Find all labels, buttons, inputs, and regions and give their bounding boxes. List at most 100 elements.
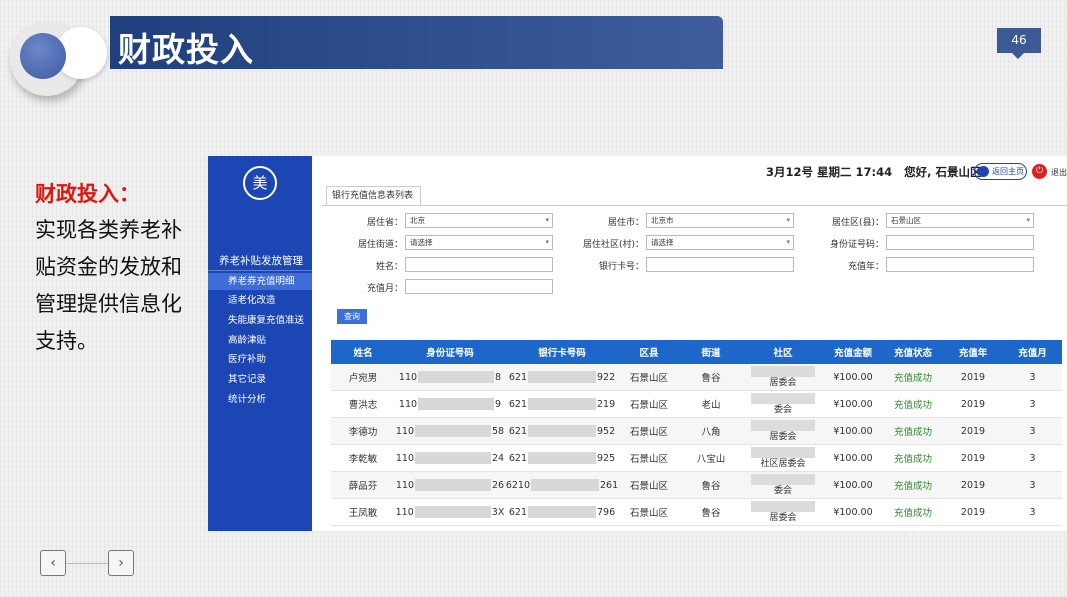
cell-community: 居委会 [743, 499, 823, 525]
cell-amount: ¥100.00 [833, 452, 873, 464]
redacted-block [751, 420, 815, 431]
col-header-id: 身份证号码 [426, 348, 474, 359]
title-bar: 财政投入 [110, 16, 723, 69]
street-select[interactable]: 请选择 [405, 235, 553, 250]
col-header-year: 充值年 [958, 348, 988, 359]
redacted-block [528, 398, 596, 410]
tab-bank-recharge-list[interactable]: 银行充值信息表列表 [326, 186, 421, 205]
card-suffix: 219 [597, 398, 616, 410]
recharge-month-input[interactable] [405, 279, 553, 294]
col-header-name: 姓名 [353, 348, 373, 359]
sidebar-item-other-records[interactable]: 其它记录 [208, 371, 312, 388]
cell-name: 卢宛男 [348, 373, 378, 384]
sidebar-item-senior-allowance[interactable]: 高龄津贴 [208, 332, 312, 349]
cell-street: 鲁谷 [701, 373, 721, 384]
side-body-text: 实现各类养老补贴资金的发放和管理提供信息化支持。 [35, 218, 182, 353]
sidebar-item-statistics[interactable]: 统计分析 [208, 391, 312, 408]
cell-street: 鲁谷 [701, 481, 721, 492]
datetime: 3月12号 星期二 17:44 [766, 165, 893, 179]
card-suffix: 925 [597, 452, 616, 464]
next-slide-button[interactable]: › [108, 550, 134, 576]
id-suffix: 24 [492, 452, 505, 464]
cell-amount: ¥100.00 [833, 398, 873, 410]
sidebar-section-title[interactable]: 养老补贴发放管理 [208, 251, 312, 271]
cell-id-number: 110 8 [395, 364, 505, 390]
cell-street: 八宝山 [696, 454, 726, 465]
cell-amount: ¥100.00 [833, 479, 873, 491]
cell-month: 3 [1029, 425, 1036, 437]
home-button-label: 返回主页 [992, 167, 1024, 176]
city-select[interactable]: 北京市 [646, 213, 794, 228]
app-sidebar: 美 养老补贴发放管理 养老券充值明细 适老化改造 失能康复充值准送 高龄津贴 医… [208, 156, 312, 531]
id-suffix: 58 [492, 425, 505, 437]
community-label: 居住社区(村)： [582, 240, 644, 250]
query-button[interactable]: 查询 [337, 309, 367, 324]
home-icon [978, 166, 989, 177]
sidebar-item-aging-renovation[interactable]: 适老化改造 [208, 292, 312, 309]
redacted-block [415, 452, 492, 464]
exit-link[interactable]: 退出 [1051, 167, 1067, 178]
table-row[interactable]: 曹洪志 110 9 621 219 石景山区 老山 委会 ¥100.00 充值成功 2019 3 [331, 391, 1062, 418]
cell-month: 3 [1029, 506, 1036, 518]
prev-slide-button[interactable]: ‹ [40, 550, 66, 576]
cell-id-number: 110 3X [395, 499, 505, 525]
table-row[interactable]: 李德功 110 58 621 952 石景山区 八角 居委会 ¥100.00 充值成功 2019 3 [331, 418, 1062, 445]
sidebar-item-voucher-detail[interactable]: 养老券充值明细 [208, 273, 312, 290]
power-icon[interactable]: ⏻ [1032, 164, 1047, 179]
province-select[interactable]: 北京 [405, 213, 553, 228]
cell-community: 居委会 [743, 364, 823, 390]
cell-year: 2019 [960, 452, 986, 464]
sidebar-item-medical-aid[interactable]: 医疗补助 [208, 351, 312, 368]
page-number-badge: 46 [997, 28, 1041, 59]
name-input[interactable] [405, 257, 553, 272]
col-header-district: 区县 [639, 348, 659, 359]
id-suffix: 8 [495, 371, 502, 383]
sidebar-item-rehab[interactable]: 失能康复充值准送 [208, 312, 312, 329]
cell-card-number: 6210 261 [505, 472, 619, 498]
home-button[interactable]: 返回主页 [974, 163, 1027, 180]
redacted-block [528, 452, 596, 464]
col-header-month: 充值月 [1018, 348, 1047, 359]
table-row[interactable]: 王凤散 110 3X 621 796 石景山区 鲁谷 居委会 ¥100.00 充值成功 2019 3 [331, 499, 1062, 526]
district-select[interactable]: 石景山区 [886, 213, 1034, 228]
redacted-block [418, 398, 495, 410]
card-prefix: 621 [508, 398, 527, 410]
side-heading: 财政投入： [35, 182, 140, 206]
cell-name: 王凤散 [348, 508, 378, 519]
redacted-block [528, 425, 596, 437]
id-suffix: 9 [495, 398, 502, 410]
recharge-year-input[interactable] [886, 257, 1034, 272]
nav-divider [66, 563, 108, 564]
cell-district: 石景山区 [629, 427, 668, 438]
cell-district: 石景山区 [629, 373, 668, 384]
cell-month: 3 [1029, 398, 1036, 410]
cell-status: 充值成功 [893, 454, 932, 465]
table-row[interactable]: 薛品芬 110 26 6210 261 石景山区 鲁谷 委会 ¥100.00 充值成功 2019 3 [331, 472, 1062, 499]
cell-status: 充值成功 [893, 400, 932, 411]
cell-name: 曹洪志 [348, 400, 378, 411]
id-prefix: 110 [395, 452, 415, 464]
community-select[interactable]: 请选择 [646, 235, 794, 250]
table-row[interactable]: 李乾敏 110 24 621 925 石景山区 八宝山 社区居委会 ¥100.00 充值成功 201… [331, 445, 1062, 472]
cell-card-number: 621 952 [505, 418, 619, 444]
app-logo: 美 [243, 166, 277, 200]
cell-card-number: 621 796 [505, 499, 619, 525]
cell-district: 石景山区 [629, 481, 668, 492]
cell-card-number: 621 219 [505, 391, 619, 417]
bank-card-input[interactable] [646, 257, 794, 272]
table-row[interactable]: 卢宛男 110 8 621 922 石景山区 鲁谷 居委会 ¥100.00 充值成功 2019 3 [331, 364, 1062, 391]
decor-circle-inner [20, 33, 66, 79]
col-header-amount: 充值金额 [833, 348, 872, 359]
id-number-input[interactable] [886, 235, 1034, 250]
cell-month: 3 [1029, 371, 1036, 383]
cell-status: 充值成功 [893, 373, 932, 384]
cell-amount: ¥100.00 [833, 425, 873, 437]
cell-year: 2019 [960, 371, 986, 383]
province-label: 居住省： [366, 218, 403, 228]
redacted-block [751, 474, 815, 485]
id-suffix: 3X [491, 506, 505, 518]
id-prefix: 110 [395, 425, 415, 437]
cell-id-number: 110 24 [395, 445, 505, 471]
table-header: 姓名 身份证号码 银行卡号码 区县 街道 社区 充值金额 充值状态 充值年 充值… [331, 340, 1062, 364]
id-suffix: 26 [492, 479, 505, 491]
